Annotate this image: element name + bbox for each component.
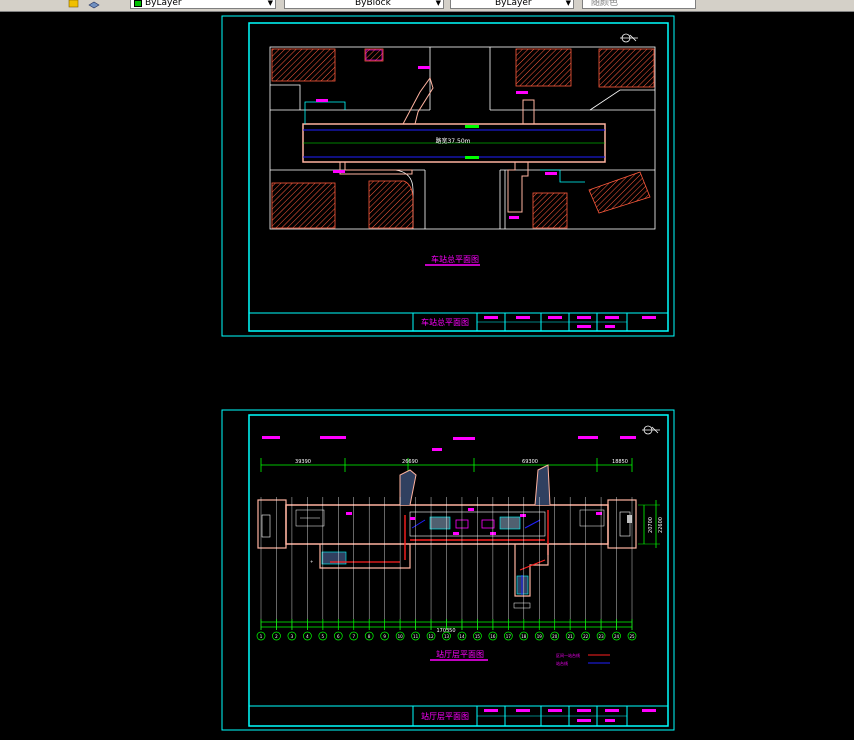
axis-number: 12: [428, 634, 434, 639]
axis-number: 14: [459, 634, 465, 639]
axis-number: 9: [383, 634, 386, 639]
axis-number: 10: [398, 634, 404, 639]
axis-number: 22: [583, 634, 589, 639]
axis-number: 21: [568, 634, 574, 639]
dim-label: 69300: [522, 459, 538, 465]
plotstyle-combo[interactable]: 随颜色: [582, 0, 696, 9]
axis-number: 16: [490, 634, 496, 639]
dim-label: 18850: [612, 459, 628, 465]
top-dimension: 39390 26690 69300 18850: [260, 458, 633, 472]
road-width-label: 路宽37.50m: [435, 137, 470, 145]
chevron-down-icon[interactable]: ▼: [436, 0, 441, 8]
dim-label: 39390: [295, 459, 311, 465]
plotstyle-combo-value: 随颜色: [591, 0, 619, 8]
dim-label: 26690: [402, 459, 418, 465]
title-block: 车站总平面图: [249, 312, 668, 331]
north-arrow-icon: [642, 425, 660, 435]
axis-number: 6: [337, 634, 340, 639]
axis-grid: [260, 497, 633, 630]
layer-state-icon[interactable]: [68, 0, 80, 9]
legend: 区间一站台线 站台线: [556, 652, 610, 666]
north-arrow-icon: [620, 33, 638, 43]
chevron-down-icon[interactable]: ▼: [268, 0, 273, 8]
sheet-inner-frame: [248, 414, 669, 727]
color-swatch: [134, 0, 142, 7]
axis-number: 18: [521, 634, 527, 639]
dim-label: 22600: [658, 517, 664, 533]
title-cell-text: 车站总平面图: [421, 317, 469, 327]
axis-number: 5: [322, 634, 325, 639]
drawing-caption: 车站总平面图: [431, 254, 479, 264]
drawing-canvas[interactable]: 车站总平面图 路宽37.50m 车站总平面图 站厅层平面图 39390 2669…: [0, 11, 854, 740]
axis-number: 3: [291, 634, 294, 639]
axis-number: 24: [614, 634, 620, 639]
axis-bubbles: 1 2 3 4 5 6 7 8 9 10 11 12 13 14 15 16 17 18 19 20 21 22 23 24 2…: [256, 631, 637, 641]
axis-number: 4: [306, 634, 309, 639]
axis-number: 2: [275, 634, 278, 639]
legend-item-2: 站台线: [556, 660, 568, 666]
legend-item-1: 区间一站台线: [556, 652, 580, 658]
room-label: +: [310, 559, 313, 564]
sheet-site-plan: 车站总平面图 路宽37.50m 车站总平面图: [221, 15, 675, 337]
color-combo[interactable]: ByLayer ▼: [130, 0, 276, 9]
axis-number: 20: [552, 634, 558, 639]
width-dimension: 20700 22600: [638, 500, 664, 548]
color-combo-value: ByLayer: [145, 0, 182, 8]
station-concourse: +: [257, 464, 637, 609]
axis-number: 19: [537, 634, 543, 639]
sheet-outer-frame: [221, 409, 675, 731]
drawing-caption: 站厅层平面图: [436, 649, 484, 659]
layer-stack-icon[interactable]: [88, 0, 100, 9]
dim-label: 20700: [648, 517, 654, 533]
linetype-combo-value: ByBlock: [355, 0, 391, 8]
axis-number: 1: [260, 634, 263, 639]
axis-number: 23: [599, 634, 605, 639]
station-outline: 路宽37.50m: [302, 76, 606, 213]
sheet-concourse-plan: 站厅层平面图 39390 26690 69300 18850 + 20700 2…: [221, 409, 675, 731]
axis-number: 17: [506, 634, 512, 639]
title-block: 站厅层平面图: [249, 705, 668, 726]
axis-number: 15: [475, 634, 481, 639]
lineweight-combo[interactable]: ByLayer ▼: [450, 0, 574, 9]
axis-number: 25: [629, 634, 635, 639]
axis-number: 8: [368, 634, 371, 639]
title-cell-text: 站厅层平面图: [421, 711, 469, 721]
chevron-down-icon[interactable]: ▼: [566, 0, 571, 8]
linetype-combo[interactable]: ByBlock ▼: [284, 0, 444, 9]
axis-number: 7: [352, 634, 355, 639]
lineweight-combo-value: ByLayer: [495, 0, 532, 8]
axis-number: 13: [444, 634, 450, 639]
axis-number: 11: [413, 634, 419, 639]
top-annotations: [262, 436, 636, 451]
